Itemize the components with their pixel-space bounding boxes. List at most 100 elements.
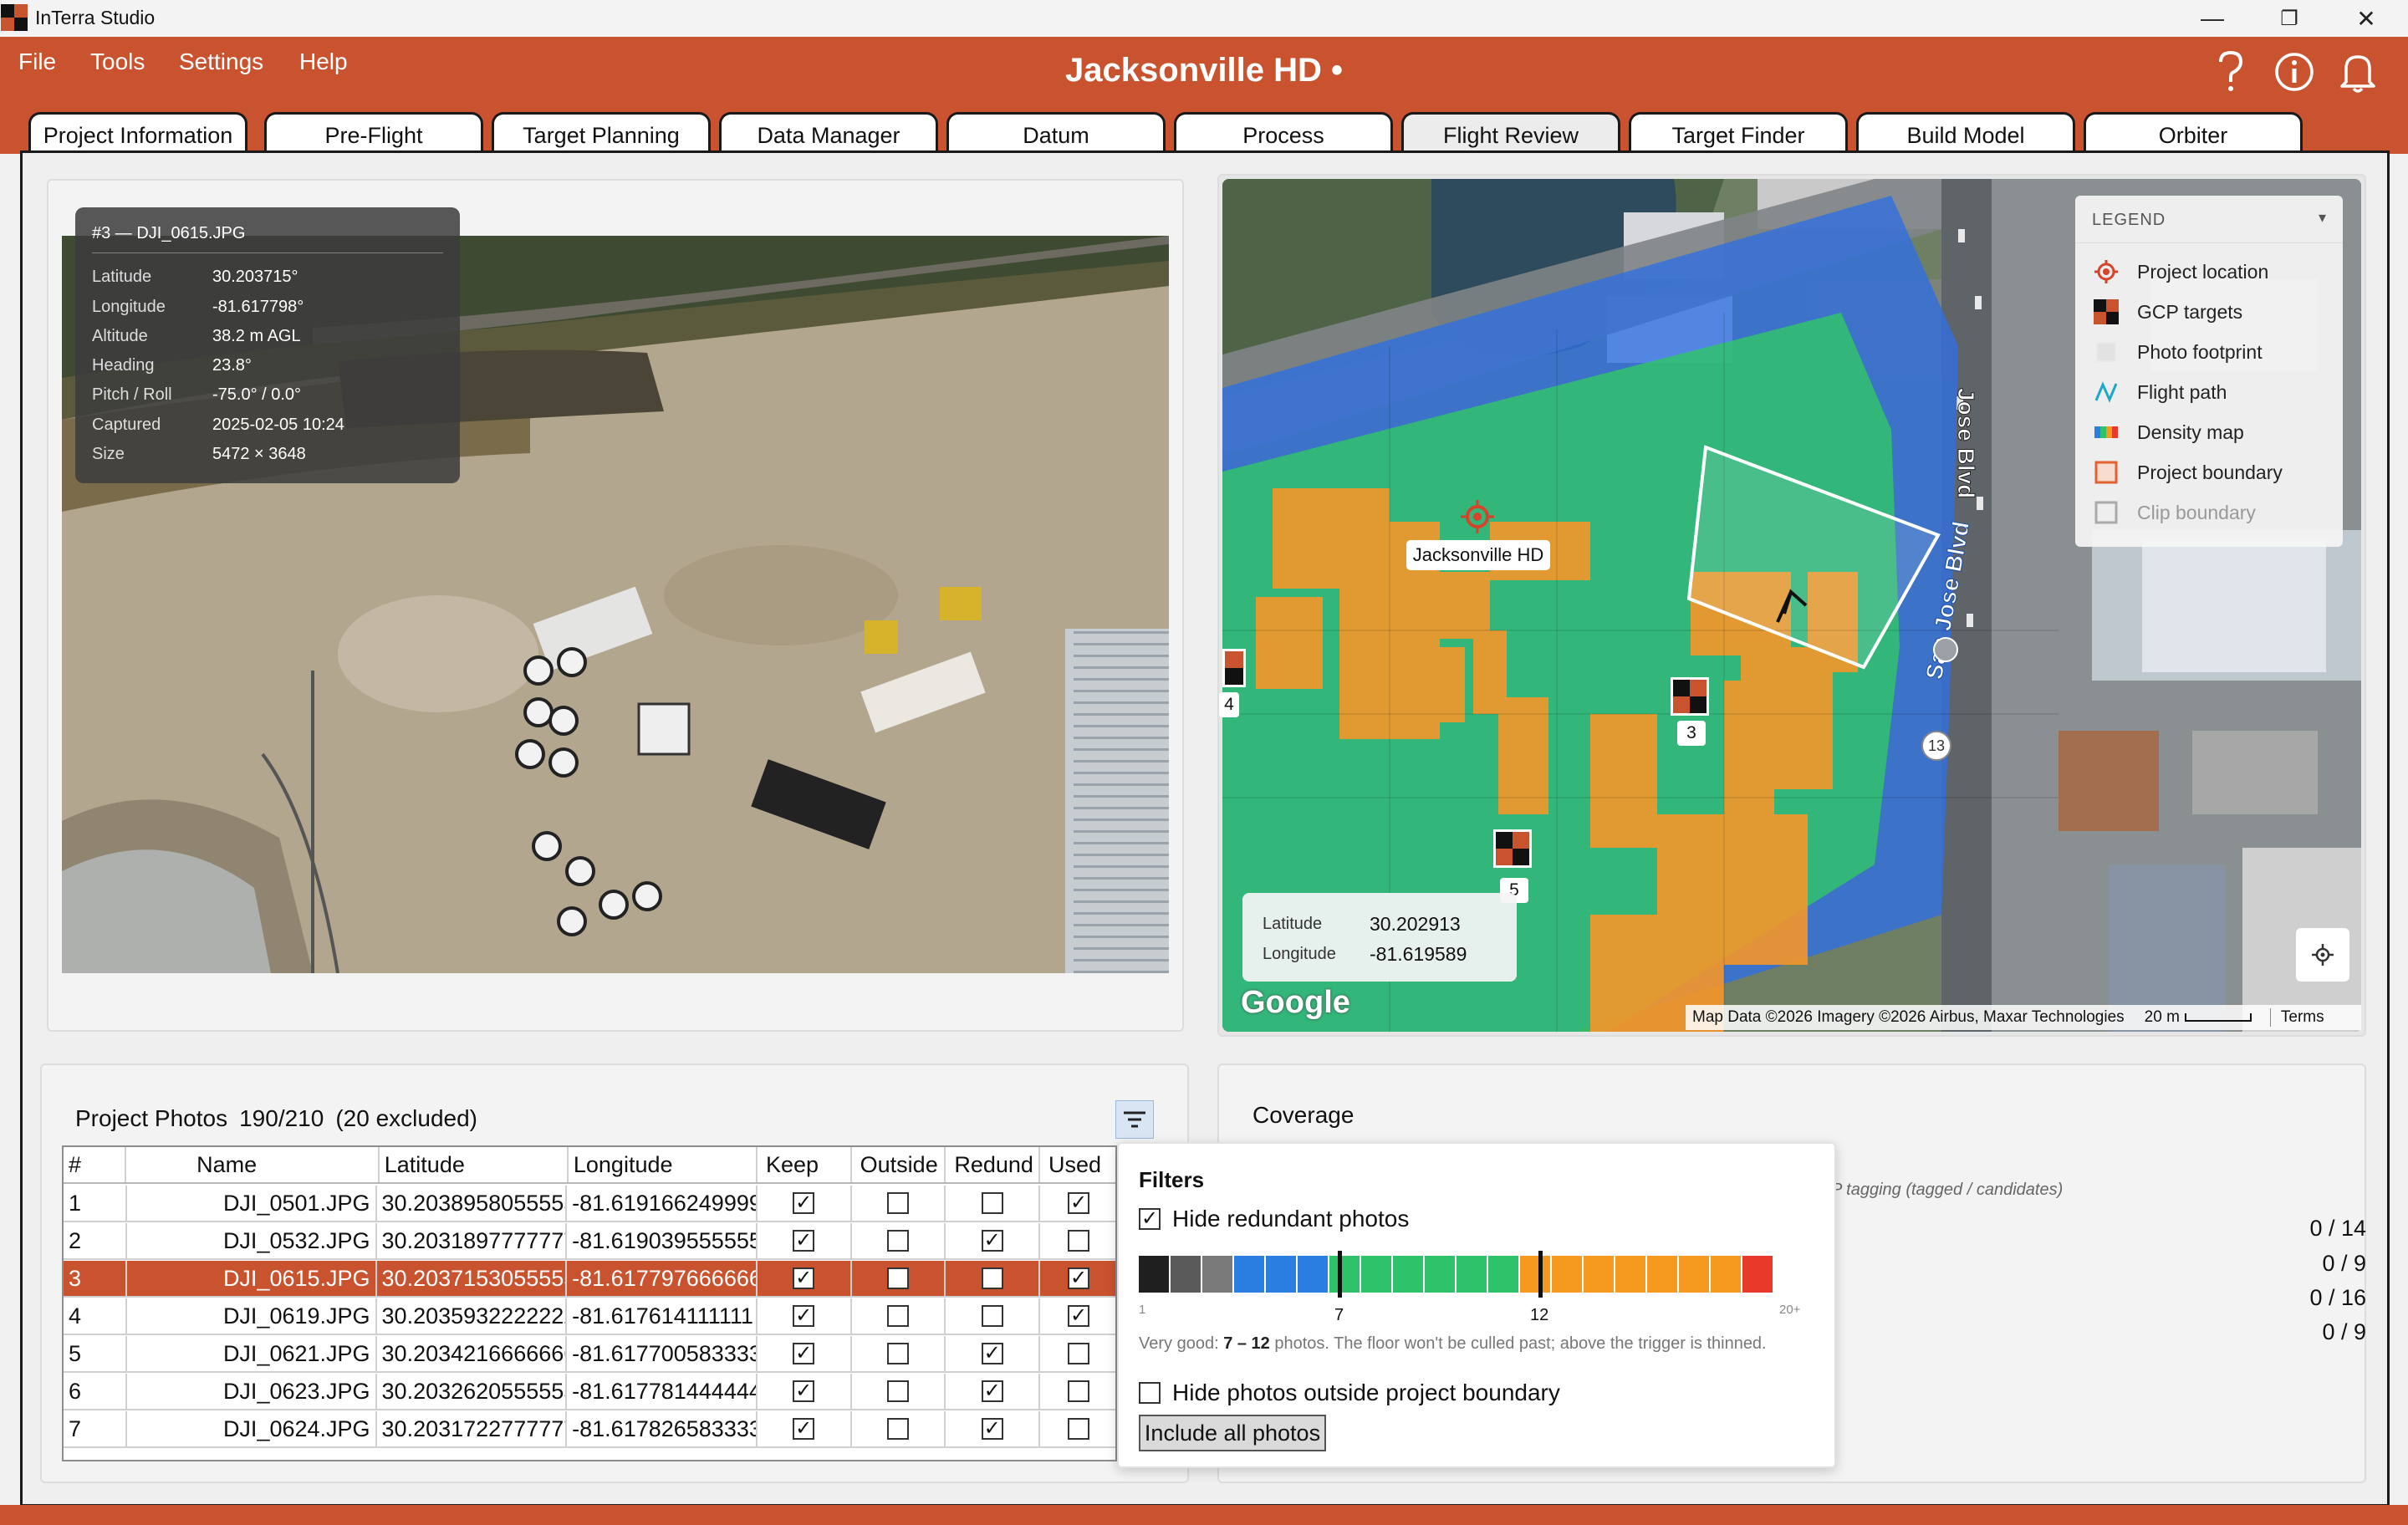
keep-checkbox-cell: ✓ (758, 1411, 852, 1446)
density-scale[interactable] (1139, 1256, 1774, 1293)
trigger-handle[interactable] (1538, 1251, 1543, 1298)
outside-checkbox[interactable] (886, 1380, 909, 1402)
outside-checkbox[interactable] (886, 1192, 909, 1214)
maximize-button[interactable]: ❐ (2251, 2, 2328, 35)
table-row[interactable] (64, 1449, 1115, 1460)
minimize-button[interactable]: — (2174, 2, 2251, 35)
column-header-keep[interactable]: Keep (758, 1147, 852, 1182)
table-header: # Name Latitude Longitude Keep Outside R… (64, 1147, 1115, 1184)
density-segment (1361, 1256, 1393, 1293)
keep-checkbox[interactable]: ✓ (793, 1267, 815, 1289)
legend-item-photo-footprint[interactable]: Photo footprint (2094, 339, 2263, 365)
legend-item-project-location[interactable]: Project location (2094, 259, 2268, 284)
tab-project-information[interactable]: Project Information (28, 112, 247, 156)
svg-text:Jose Blvd: Jose Blvd (1953, 388, 1979, 498)
row-latitude: 30.2032620555555 (377, 1374, 568, 1409)
table-row[interactable]: 7 DJI_0624.JPG 30.2031722777777 -81.6178265… (64, 1411, 1115, 1448)
coverage-caption: P tagging (tagged / candidates) (1831, 1181, 2064, 1199)
table-row[interactable]: 5 DJI_0621.JPG 30.2034216666666 -81.6177005… (64, 1336, 1115, 1373)
tab-orbiter[interactable]: Orbiter (2084, 112, 2303, 156)
gcp-marker-4[interactable] (1222, 649, 1246, 687)
keep-checkbox[interactable]: ✓ (793, 1418, 815, 1440)
tab-process[interactable]: Process (1174, 112, 1393, 156)
redund-checkbox[interactable] (981, 1192, 1003, 1214)
used-checkbox[interactable] (1068, 1380, 1090, 1402)
hide-outside-option[interactable]: Hide photos outside project boundary (1139, 1380, 1560, 1406)
legend-item-project-boundary[interactable]: Project boundary (2094, 460, 2283, 485)
bell-icon[interactable] (2334, 48, 2381, 95)
close-button[interactable]: ✕ (2328, 2, 2405, 35)
tab-flight-review[interactable]: Flight Review (1401, 112, 1620, 156)
redund-checkbox[interactable]: ✓ (981, 1418, 1003, 1440)
table-row[interactable]: 3 DJI_0615.JPG 30.2037153055555 -81.6177976… (64, 1261, 1115, 1298)
legend-item-gcp-targets[interactable]: GCP targets (2094, 299, 2242, 324)
table-row[interactable]: 4 DJI_0619.JPG 30.2035932222222 -81.6176141… (64, 1298, 1115, 1335)
used-checkbox[interactable] (1068, 1418, 1090, 1440)
info-icon[interactable] (2271, 48, 2318, 95)
legend-item-flight-path[interactable]: Flight path (2094, 380, 2227, 405)
include-all-photos-button[interactable]: Include all photos (1139, 1415, 1326, 1451)
gcp-label-4: 4 (1219, 692, 1239, 717)
map-legend[interactable]: LEGEND ▾ Project location GCP targets Ph… (2075, 196, 2343, 547)
used-checkbox[interactable]: ✓ (1068, 1267, 1090, 1289)
outside-checkbox[interactable] (886, 1305, 909, 1327)
hide-outside-checkbox[interactable] (1139, 1382, 1161, 1404)
keep-checkbox[interactable]: ✓ (793, 1192, 815, 1214)
photo-info-card: #3 — DJI_0615.JPG Latitude 30.203715° Lon… (75, 207, 460, 483)
used-checkbox[interactable]: ✓ (1068, 1192, 1090, 1214)
row-longitude: -81.6177976666666 (567, 1261, 758, 1296)
filter-button[interactable] (1115, 1100, 1154, 1139)
gcp-target-icon (1496, 832, 1529, 865)
tab-pre-flight[interactable]: Pre-Flight (264, 112, 483, 156)
legend-collapse-icon[interactable]: ▾ (2319, 209, 2326, 227)
keep-checkbox[interactable]: ✓ (793, 1230, 815, 1252)
hide-redundant-option[interactable]: ✓ Hide redundant photos (1139, 1206, 1409, 1232)
bottom-band (0, 1505, 2408, 1525)
density-floor-label: 7 (1334, 1306, 1344, 1324)
legend-item-clip-boundary[interactable]: Clip boundary (2094, 500, 2256, 525)
redund-checkbox[interactable]: ✓ (981, 1230, 1003, 1252)
column-header-used[interactable]: Used (1040, 1147, 1115, 1182)
legend-item-density-map[interactable]: Density map (2094, 420, 2244, 445)
tab-data-manager[interactable]: Data Manager (719, 112, 938, 156)
tab-build-model[interactable]: Build Model (1856, 112, 2075, 156)
redund-checkbox[interactable] (981, 1267, 1003, 1289)
recenter-button[interactable] (2296, 928, 2349, 982)
floor-handle[interactable] (1338, 1251, 1342, 1298)
used-checkbox[interactable] (1068, 1343, 1090, 1364)
keep-checkbox[interactable]: ✓ (793, 1305, 815, 1327)
table-row[interactable]: 6 DJI_0623.JPG 30.2032620555555 -81.6177814… (64, 1374, 1115, 1410)
tab-datum[interactable]: Datum (946, 112, 1166, 156)
row-latitude: 30.2034216666666 (377, 1336, 568, 1371)
terms-link[interactable]: Terms (2269, 1008, 2324, 1027)
tab-target-planning[interactable]: Target Planning (492, 112, 711, 156)
keep-checkbox[interactable]: ✓ (793, 1380, 815, 1402)
used-checkbox[interactable] (1068, 1230, 1090, 1252)
row-longitude: -81.6178265833333 (567, 1411, 758, 1446)
column-header-latitude[interactable]: Latitude (380, 1147, 569, 1182)
table-row[interactable]: 1 DJI_0501.JPG 30.2038958055555 -81.6191662… (64, 1186, 1115, 1222)
keep-checkbox[interactable]: ✓ (793, 1343, 815, 1364)
tab-target-finder[interactable]: Target Finder (1629, 112, 1848, 156)
outside-checkbox[interactable] (886, 1267, 909, 1289)
column-header-name[interactable]: Name (126, 1147, 380, 1182)
row-longitude: -81.6177814444444 (567, 1374, 758, 1409)
redund-checkbox[interactable]: ✓ (981, 1380, 1003, 1402)
help-icon[interactable] (2207, 48, 2254, 95)
project-photos-header: Project Photos 190/210 (20 excluded) (75, 1105, 477, 1132)
used-checkbox[interactable]: ✓ (1068, 1305, 1090, 1327)
legend-label: Clip boundary (2137, 501, 2256, 523)
gcp-marker-5[interactable] (1493, 829, 1532, 868)
outside-checkbox[interactable] (886, 1343, 909, 1364)
gcp-marker-3[interactable] (1671, 677, 1709, 716)
hide-redundant-checkbox[interactable]: ✓ (1139, 1208, 1161, 1230)
redund-checkbox[interactable]: ✓ (981, 1343, 1003, 1364)
column-header-longitude[interactable]: Longitude (569, 1147, 758, 1182)
outside-checkbox[interactable] (886, 1418, 909, 1440)
column-header-number[interactable]: # (64, 1147, 127, 1182)
column-header-outside[interactable]: Outside (852, 1147, 946, 1182)
redund-checkbox[interactable] (981, 1305, 1003, 1327)
table-row[interactable]: 2 DJI_0532.JPG 30.2031897777777 -81.6190395… (64, 1223, 1115, 1260)
column-header-redund[interactable]: Redund (946, 1147, 1040, 1182)
outside-checkbox[interactable] (886, 1230, 909, 1252)
